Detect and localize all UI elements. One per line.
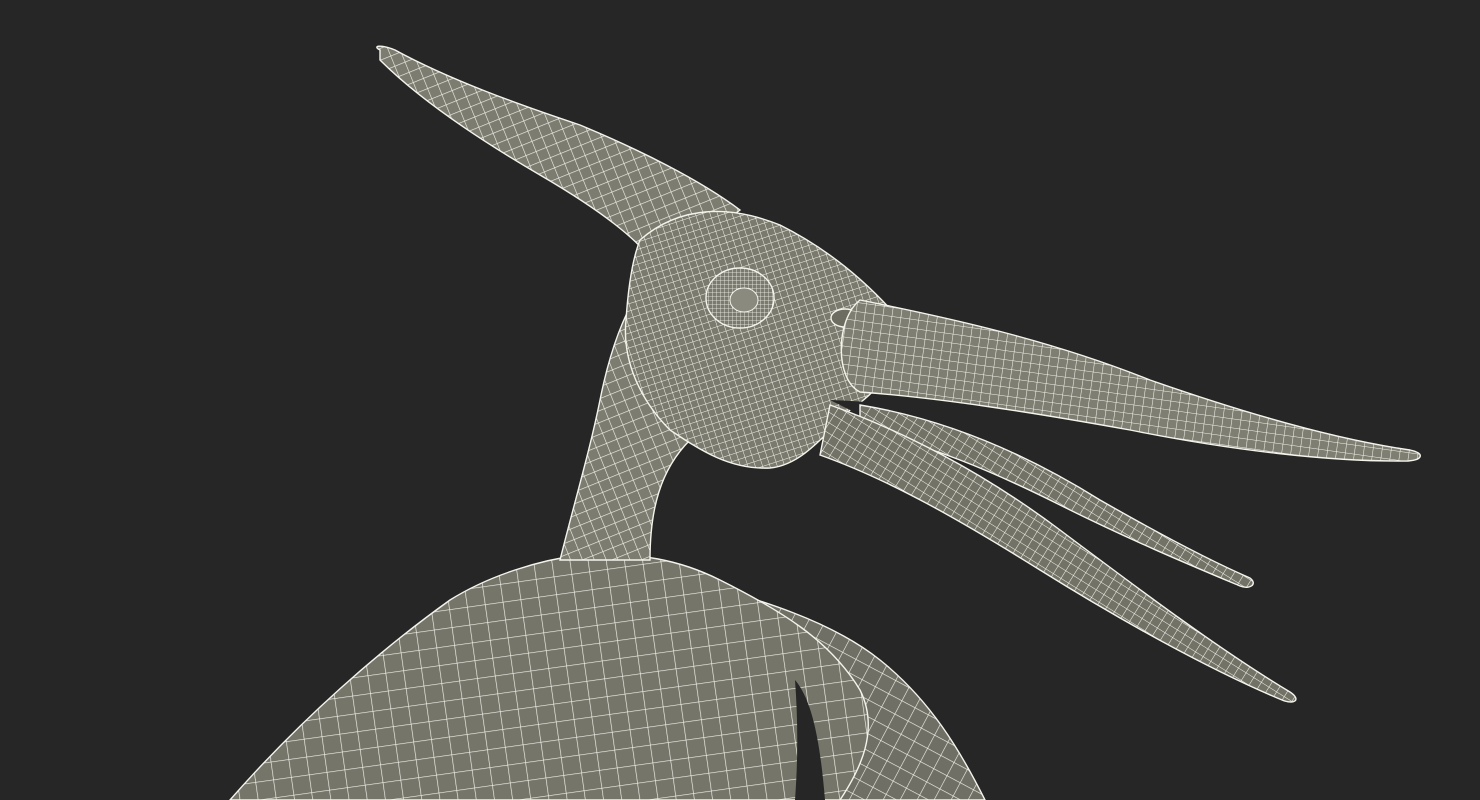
wireframe-model (229, 45, 1421, 800)
body-torso (229, 553, 869, 800)
eye-center (729, 287, 759, 313)
render-viewport (0, 0, 1480, 800)
lower-beak-outer (819, 404, 1297, 703)
